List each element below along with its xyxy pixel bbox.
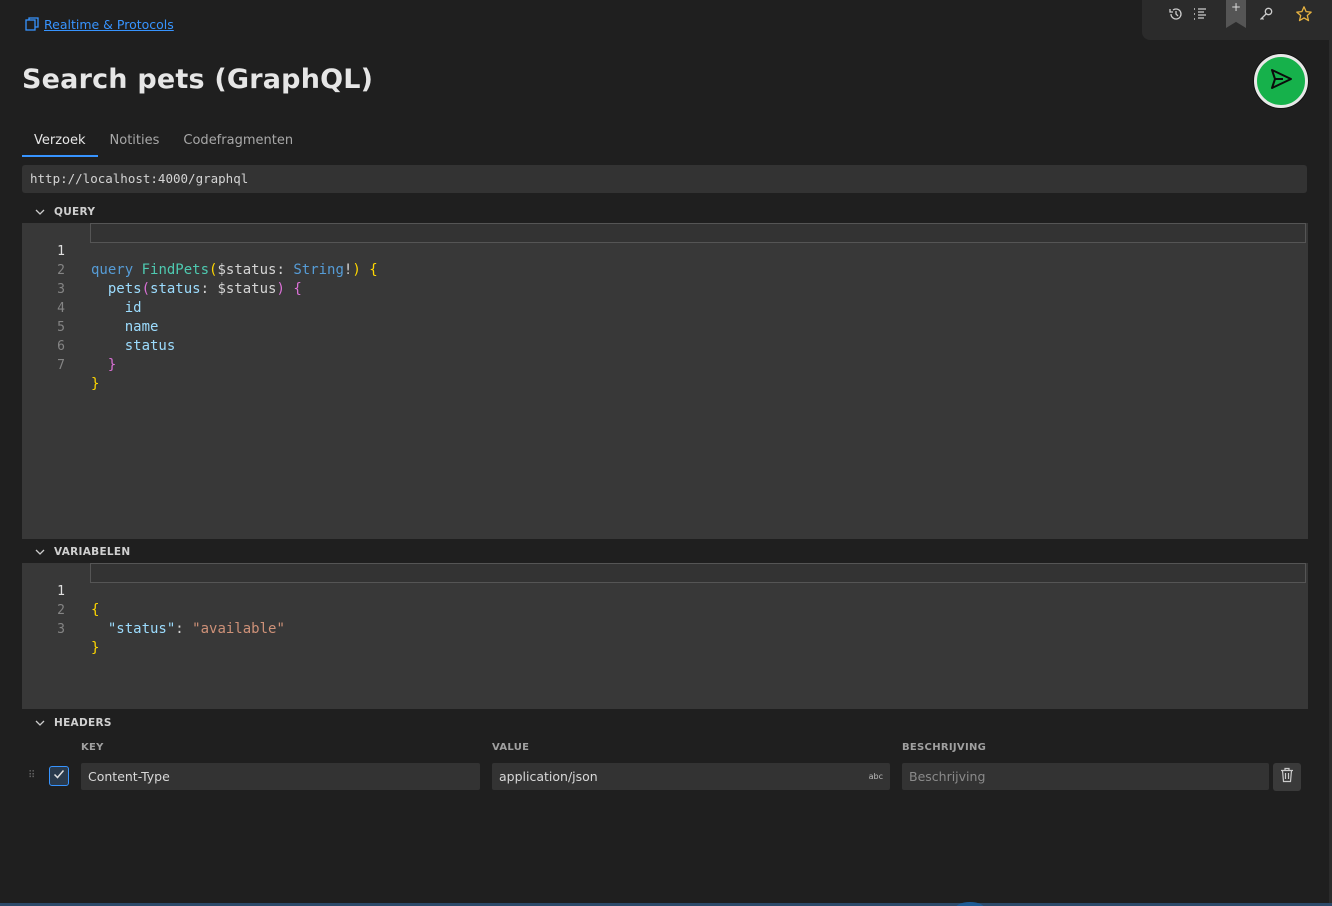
url-input[interactable]: http://localhost:4000/graphql [22,165,1307,193]
code-line: 5 status [57,320,176,354]
tab-verzoek[interactable]: Verzoek [22,130,98,157]
chevron-down-icon [34,717,46,729]
variables-section-header[interactable]: VARIABELEN [34,546,131,558]
chevron-down-icon [34,206,46,218]
send-button[interactable] [1254,54,1308,108]
request-tabs: Verzoek Notities Codefragmenten [22,130,305,157]
history-icon[interactable] [1166,4,1186,24]
header-value-text: application/json [499,769,598,784]
code-line: 1 query FindPets($status: String!) { [22,223,1308,278]
trash-icon [1280,767,1294,787]
bookmark-icon[interactable]: + [1226,0,1246,28]
check-icon [52,767,66,785]
abc-badge-icon[interactable]: abc [869,763,883,790]
list-icon[interactable] [1190,4,1210,24]
code-line: 1 { [22,563,1308,618]
code-line: 3 } [57,622,100,656]
key-icon[interactable] [1256,4,1276,24]
folder-icon [24,16,40,32]
code-line: 4 name [57,301,159,335]
star-icon[interactable] [1294,4,1314,24]
breadcrumb-link[interactable]: Realtime & Protocols [44,17,174,32]
column-header-key: KEY [81,742,104,753]
header-key-input[interactable]: Content-Type [81,763,480,790]
page-title: Search pets (GraphQL) [22,64,374,95]
code-line: 2 "status": "available" [57,603,285,637]
code-line: 7 } [57,358,100,392]
query-section-label: QUERY [54,206,96,218]
variables-section-label: VARIABELEN [54,546,131,558]
tab-codefragmenten[interactable]: Codefragmenten [171,130,305,157]
send-icon [1268,66,1294,96]
chevron-down-icon [34,546,46,558]
header-enabled-checkbox[interactable] [49,766,69,786]
column-header-value: VALUE [492,742,530,753]
code-line: 6 } [57,339,117,373]
headers-section-header[interactable]: HEADERS [34,717,112,729]
query-section-header[interactable]: QUERY [34,206,95,218]
variables-editor[interactable]: 1 { 2 "status": "available" 3 } [22,563,1308,709]
delete-header-button[interactable] [1273,763,1301,791]
tab-notities[interactable]: Notities [98,130,172,157]
column-header-description: BESCHRIJVING [902,742,987,753]
top-toolbar: + [1142,0,1332,40]
breadcrumb: Realtime & Protocols [24,16,174,32]
header-value-input[interactable]: application/json abc [492,763,890,790]
query-editor[interactable]: 1 query FindPets($status: String!) { 2 p… [22,223,1308,539]
drag-handle-icon[interactable]: ⠿ [28,770,35,781]
headers-section-label: HEADERS [54,717,112,729]
code-line: 2 pets(status: $status) { [57,263,302,297]
code-line: 3 id [57,282,142,316]
header-description-input[interactable]: Beschrijving [902,763,1269,790]
